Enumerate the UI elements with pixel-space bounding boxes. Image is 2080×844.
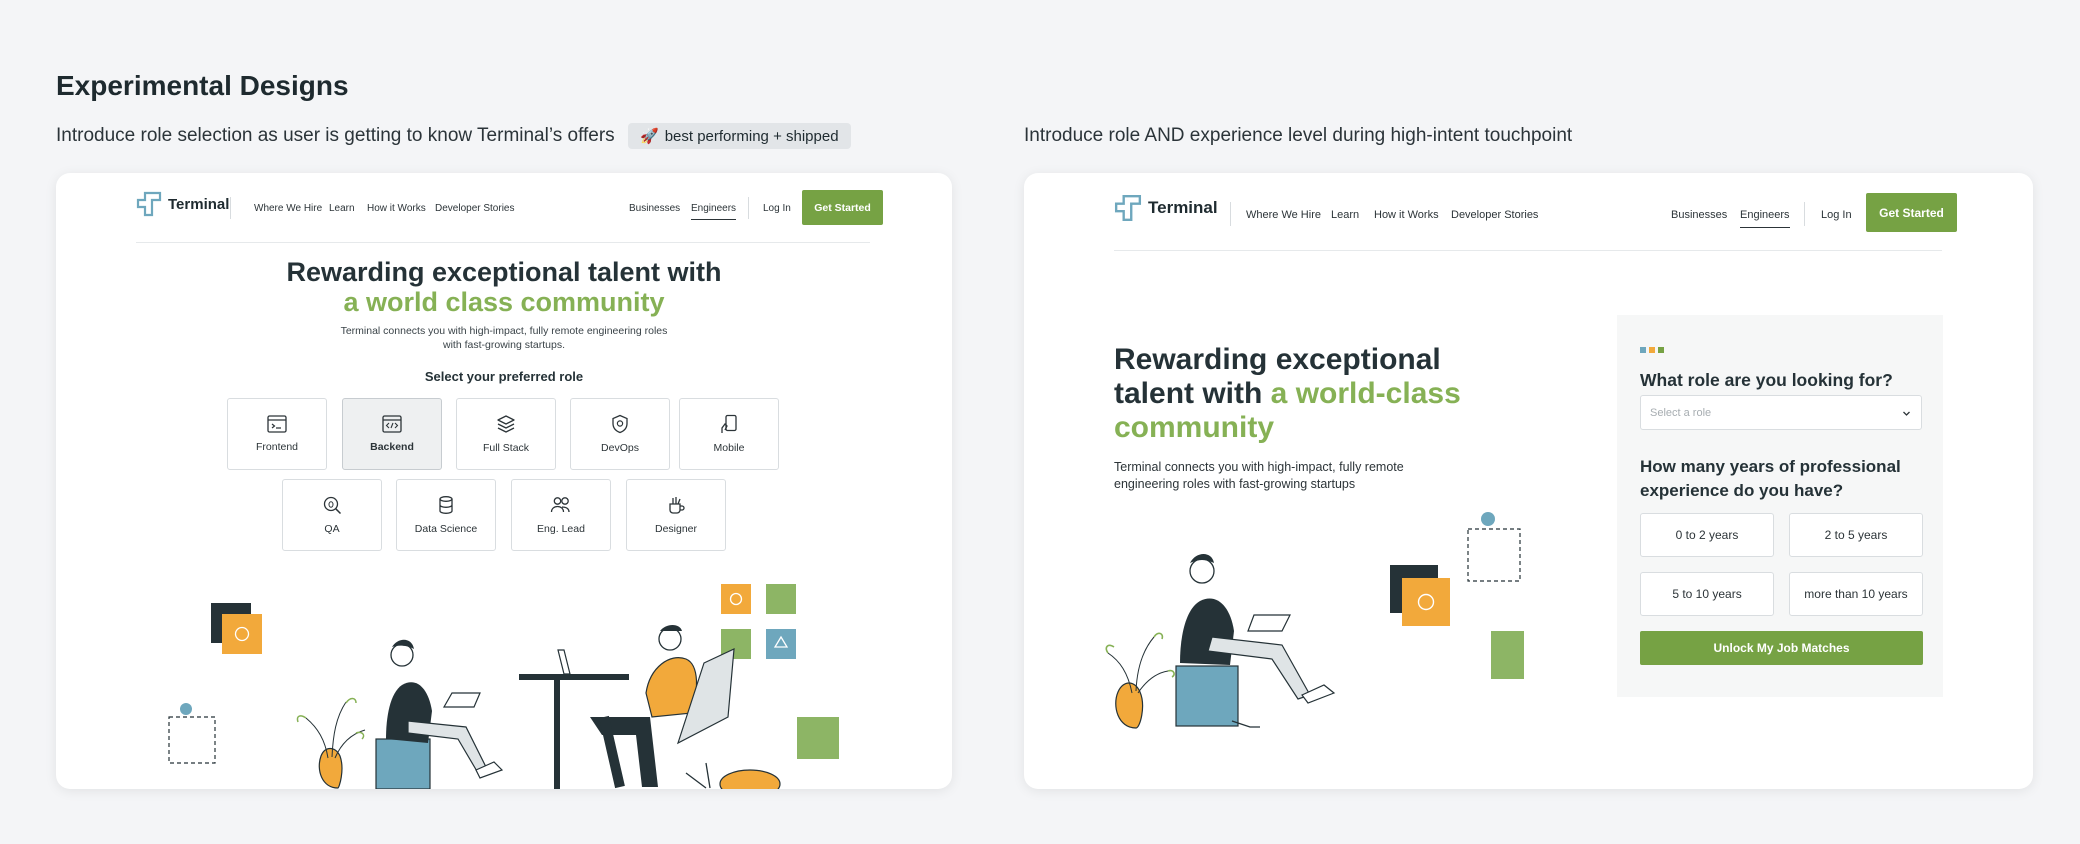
select-role-label: Select your preferred role (424, 369, 584, 384)
hero-headline-accent: a world-class (1270, 377, 1461, 410)
code-window-icon (382, 415, 402, 433)
role-tile-qa[interactable]: QA (282, 479, 382, 551)
hero-headline: Rewarding exceptional talent with a worl… (1114, 343, 1461, 445)
nav-divider (230, 197, 231, 219)
hero-subtext-line2: engineering roles with fast-growing star… (1114, 477, 1356, 491)
nav-link-how-it-works[interactable]: How it Works (367, 203, 426, 214)
brand-logo[interactable]: Terminal (136, 191, 229, 217)
hero-headline-line3: community (1114, 411, 1275, 444)
experience-question-line2: experience do you have? (1640, 481, 1844, 500)
unlock-matches-button[interactable]: Unlock My Job Matches (1640, 631, 1923, 665)
get-started-button[interactable]: Get Started (802, 190, 883, 225)
nav-divider (1230, 202, 1231, 226)
role-tile-eng-lead[interactable]: Eng. Lead (511, 479, 611, 551)
dot-icon (1658, 347, 1664, 353)
role-tile-data-science[interactable]: Data Science (396, 479, 496, 551)
nav-link-learn[interactable]: Learn (329, 203, 355, 214)
role-tile-designer[interactable]: Designer (626, 479, 726, 551)
nav-rule (136, 242, 870, 243)
nav-divider (1804, 202, 1805, 226)
nav-link-businesses[interactable]: Businesses (629, 203, 680, 214)
role-label: Data Science (414, 523, 478, 535)
page-title: Experimental Designs (56, 70, 349, 101)
hero-headline-line2: talent with a world-class (1114, 377, 1461, 411)
role-label: Backend (370, 441, 414, 453)
role-label: Designer (654, 523, 698, 535)
experience-option-0-2[interactable]: 0 to 2 years (1640, 513, 1774, 557)
shield-gear-icon (612, 414, 628, 434)
nav-link-where-we-hire[interactable]: Where We Hire (254, 203, 322, 214)
role-tile-devops[interactable]: DevOps (570, 398, 670, 470)
nav-link-developer-stories[interactable]: Developer Stories (1451, 209, 1538, 221)
brand-name: Terminal (168, 195, 230, 213)
status-badge: 🚀 best performing + shipped (628, 123, 851, 149)
hero-headline-text: talent with (1114, 377, 1271, 410)
hero-subtext-2: with fast-growing startups. (443, 339, 565, 351)
brand-logo[interactable]: Terminal (1114, 194, 1218, 222)
nav-link-engineers[interactable]: Engineers (1740, 209, 1790, 228)
brand-dots (1640, 347, 1664, 353)
layers-icon (497, 415, 515, 433)
magnify-bug-icon (323, 496, 342, 515)
hero-headline-line1: Rewarding exceptional (1114, 343, 1441, 376)
role-select-placeholder: Select a role (1650, 407, 1712, 419)
experience-option-5-10[interactable]: 5 to 10 years (1640, 572, 1774, 616)
role-label: Full Stack (482, 442, 530, 454)
database-icon (439, 496, 453, 514)
hero-subtext: Terminal connects you with high-impact, … (1114, 459, 1404, 493)
terminal-logo-icon (136, 191, 162, 217)
dot-icon (1649, 347, 1655, 353)
nav-rule (1114, 250, 1942, 251)
role-tile-frontend[interactable]: Frontend (227, 398, 327, 470)
brand-name: Terminal (1148, 198, 1218, 217)
right-design-card: Terminal Where We Hire Learn How it Work… (1024, 173, 2033, 789)
role-label: QA (324, 523, 340, 535)
login-link[interactable]: Log In (1821, 209, 1852, 221)
hero-headline-accent: a world class community (343, 287, 665, 317)
phone-hand-icon (721, 414, 737, 433)
hero-subtext: Terminal connects you with high-impact, … (340, 325, 668, 337)
experience-question-line1: How many years of professional (1640, 457, 1901, 476)
right-caption: Introduce role AND experience level duri… (1024, 125, 1573, 146)
role-tile-mobile[interactable]: Mobile (679, 398, 779, 470)
nav-divider (748, 197, 749, 219)
role-label: DevOps (601, 442, 639, 454)
experience-option-10-plus[interactable]: more than 10 years (1789, 572, 1923, 616)
role-tile-backend[interactable]: Backend (342, 398, 442, 470)
dot-icon (1640, 347, 1646, 353)
nav-link-engineers[interactable]: Engineers (691, 203, 737, 220)
nav-link-how-it-works[interactable]: How it Works (1374, 209, 1439, 221)
chevron-down-icon (1903, 411, 1910, 416)
rocket-icon: 🚀 (640, 128, 659, 145)
terminal-logo-icon (1114, 194, 1142, 222)
nav-link-businesses[interactable]: Businesses (1671, 209, 1727, 221)
login-link[interactable]: Log In (763, 203, 791, 214)
nav-link-developer-stories[interactable]: Developer Stories (435, 203, 514, 214)
people-icon (550, 497, 570, 513)
experience-question: How many years of professional experienc… (1640, 455, 1901, 503)
role-select[interactable]: Select a role (1640, 395, 1922, 430)
role-question: What role are you looking for? (1640, 370, 1893, 390)
nav-link-learn[interactable]: Learn (1331, 209, 1359, 221)
hero-headline: Rewarding exceptional talent with (286, 257, 722, 287)
brush-cup-icon (669, 497, 685, 514)
hero-illustration (168, 584, 839, 789)
nav-link-where-we-hire[interactable]: Where We Hire (1246, 209, 1321, 221)
experience-option-2-5[interactable]: 2 to 5 years (1789, 513, 1923, 557)
hero-illustration (1105, 512, 1524, 729)
hero-subtext-line1: Terminal connects you with high-impact, … (1114, 460, 1404, 474)
role-label: Frontend (255, 441, 299, 453)
terminal-window-icon (267, 415, 287, 433)
role-label: Eng. Lead (537, 523, 585, 535)
role-label: Mobile (713, 442, 745, 454)
left-caption: Introduce role selection as user is gett… (56, 125, 615, 146)
badge-label: best performing + shipped (664, 127, 839, 145)
role-tile-full-stack[interactable]: Full Stack (456, 398, 556, 470)
get-started-button[interactable]: Get Started (1866, 193, 1957, 232)
left-design-card: Terminal Where We Hire Learn How it Work… (56, 173, 952, 789)
